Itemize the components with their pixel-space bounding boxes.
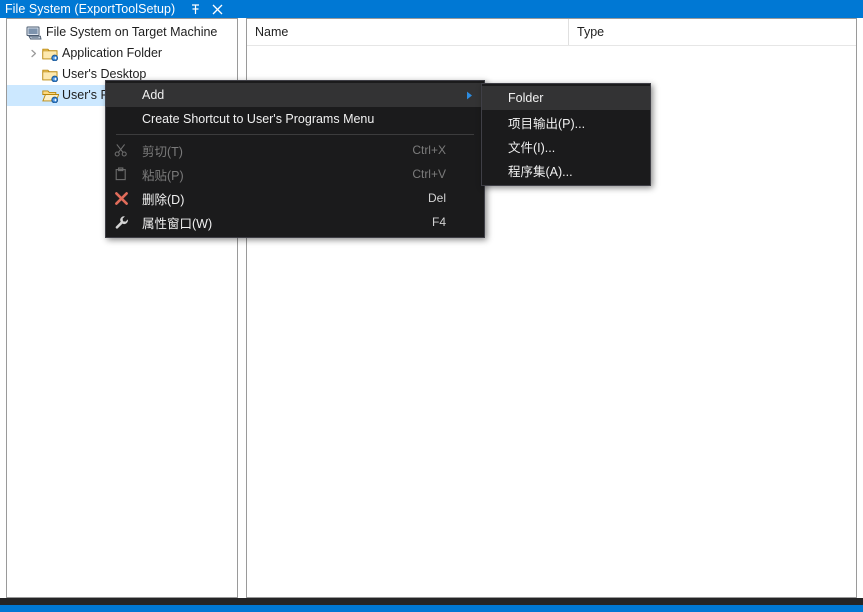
tree-item-file-system-on-target-machine[interactable]: File System on Target Machine bbox=[7, 22, 237, 43]
menu-item-label: 删除(D) bbox=[136, 189, 428, 208]
page-title: File System (ExportToolSetup) bbox=[0, 0, 175, 18]
menu-icon-placeholder bbox=[482, 86, 506, 110]
close-icon[interactable] bbox=[210, 1, 224, 17]
submenu-item-assembly[interactable]: 程序集(A)... bbox=[482, 158, 650, 182]
titlebar-buttons bbox=[188, 0, 224, 18]
menu-item-create-shortcut[interactable]: Create Shortcut to User's Programs Menu bbox=[106, 107, 484, 131]
menu-icon-placeholder bbox=[482, 158, 506, 182]
menu-item-accelerator: Ctrl+X bbox=[412, 143, 484, 157]
folder-open-shortcut-icon bbox=[41, 85, 59, 106]
submenu-item-file[interactable]: 文件(I)... bbox=[482, 134, 650, 158]
menu-item-delete[interactable]: 删除(D) Del bbox=[106, 186, 484, 210]
bottom-accent-bar bbox=[0, 605, 863, 612]
computer-icon bbox=[25, 22, 43, 43]
menu-item-label: 剪切(T) bbox=[136, 141, 412, 160]
menu-icon-placeholder bbox=[482, 110, 506, 134]
menu-item-label: 属性窗口(W) bbox=[136, 213, 432, 232]
menu-item-label: 粘贴(P) bbox=[136, 165, 412, 184]
pin-icon[interactable] bbox=[188, 1, 202, 17]
chevron-right-icon[interactable] bbox=[25, 43, 41, 64]
clipboard-icon bbox=[106, 162, 136, 186]
tree-item-label: File System on Target Machine bbox=[46, 22, 221, 43]
menu-separator bbox=[116, 134, 474, 135]
add-submenu[interactable]: Folder 项目输出(P)... 文件(I)... 程序集(A)... bbox=[481, 83, 651, 186]
menu-item-label: Create Shortcut to User's Programs Menu bbox=[136, 112, 484, 126]
submenu-item-project-output[interactable]: 项目输出(P)... bbox=[482, 110, 650, 134]
menu-icon-placeholder bbox=[106, 83, 136, 107]
column-header-type[interactable]: Type bbox=[569, 19, 856, 45]
menu-item-accelerator: Del bbox=[428, 191, 484, 205]
menu-icon-placeholder bbox=[482, 134, 506, 158]
tree-item-label: Application Folder bbox=[62, 43, 166, 64]
column-header-name[interactable]: Name bbox=[247, 19, 569, 45]
menu-item-accelerator: F4 bbox=[432, 215, 484, 229]
menu-item-accelerator: Ctrl+V bbox=[412, 167, 484, 181]
menu-item-properties-window[interactable]: 属性窗口(W) F4 bbox=[106, 210, 484, 234]
bottom-frame-band bbox=[0, 598, 863, 605]
twisty-placeholder bbox=[25, 64, 41, 85]
submenu-item-folder[interactable]: Folder bbox=[482, 86, 650, 110]
menu-item-label: Add bbox=[136, 88, 484, 102]
submenu-arrow-icon bbox=[466, 83, 473, 107]
submenu-item-label: 项目输出(P)... bbox=[506, 113, 650, 132]
window-titlebar: File System (ExportToolSetup) bbox=[0, 0, 863, 18]
folder-shortcut-icon bbox=[41, 64, 59, 85]
submenu-item-label: 文件(I)... bbox=[506, 137, 650, 156]
file-system-editor-window: File System (ExportToolSetup) bbox=[0, 0, 863, 612]
wrench-icon bbox=[106, 210, 136, 234]
context-menu[interactable]: Add Create Shortcut to User's Programs M… bbox=[105, 80, 485, 238]
submenu-item-label: Folder bbox=[506, 91, 650, 105]
menu-item-cut: 剪切(T) Ctrl+X bbox=[106, 138, 484, 162]
twisty-placeholder bbox=[9, 22, 25, 43]
submenu-item-label: 程序集(A)... bbox=[506, 161, 650, 180]
twisty-placeholder bbox=[25, 85, 41, 106]
menu-item-paste: 粘贴(P) Ctrl+V bbox=[106, 162, 484, 186]
file-list-header: Name Type bbox=[247, 19, 856, 46]
delete-x-icon bbox=[106, 186, 136, 210]
scissors-icon bbox=[106, 138, 136, 162]
menu-item-add[interactable]: Add bbox=[106, 83, 484, 107]
tree-item-application-folder[interactable]: Application Folder bbox=[7, 43, 237, 64]
menu-icon-placeholder bbox=[106, 107, 136, 131]
folder-shortcut-icon bbox=[41, 43, 59, 64]
